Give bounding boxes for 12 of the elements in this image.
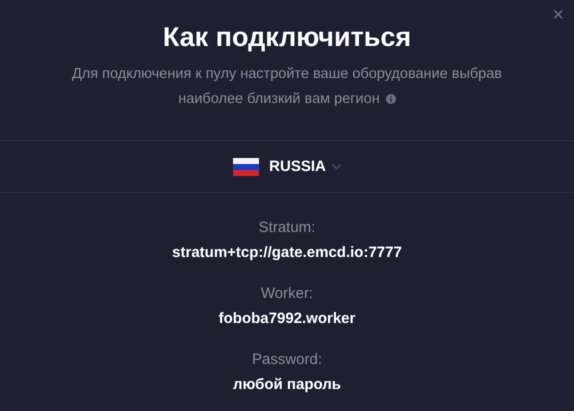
region-dropdown[interactable]: RUSSIA xyxy=(269,158,341,175)
field-label: Password: xyxy=(252,351,322,368)
russia-flag-icon xyxy=(233,158,260,176)
field-value: stratum+tcp://gate.emcd.io:7777 xyxy=(172,244,402,261)
info-icon[interactable] xyxy=(386,94,396,104)
chevron-down-icon xyxy=(332,164,341,170)
dialog-title: Как подключиться xyxy=(162,21,412,54)
field-label: Stratum: xyxy=(258,219,316,236)
field-value: foboba7992.worker xyxy=(218,310,356,327)
dialog-subtitle: Для подключения к пулу настройте ваше оборудование выбрав наиболее близкий вам регион xyxy=(70,65,504,109)
field-value: любой пароль xyxy=(232,376,342,393)
field-label: Worker: xyxy=(260,285,314,302)
